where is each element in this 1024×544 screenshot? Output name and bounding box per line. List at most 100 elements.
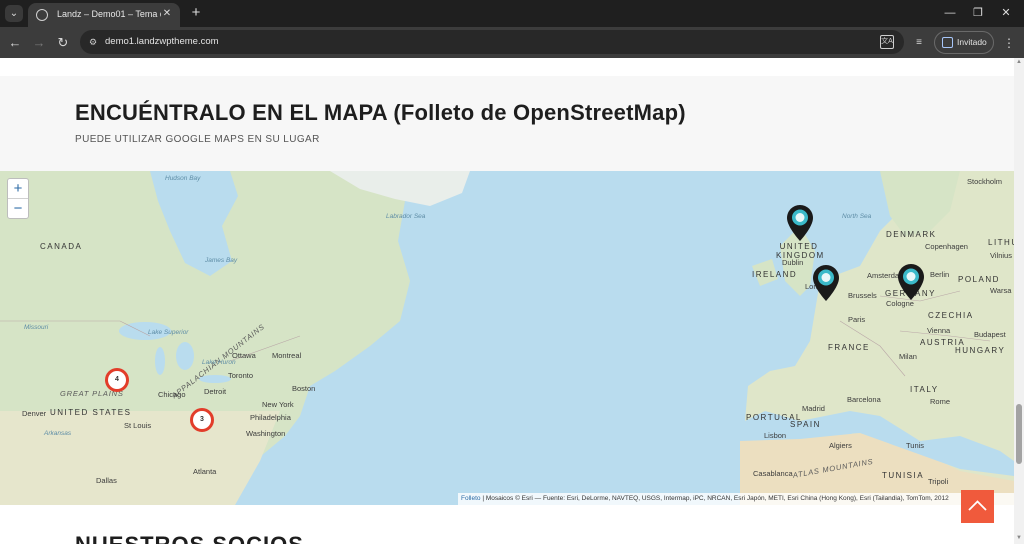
label-poland: POLAND bbox=[958, 275, 1000, 284]
profile-button[interactable]: Invitado bbox=[934, 31, 994, 54]
label-paris: Paris bbox=[848, 315, 866, 324]
browser-tab[interactable]: Landz – Demo01 – Tema de W… ✕ bbox=[28, 3, 180, 27]
label-hudson-bay: Hudson Bay bbox=[165, 175, 201, 182]
profile-icon bbox=[942, 37, 953, 48]
attribution-text: | Mosaicos © Esri — Fuente: Esri, DeLorm… bbox=[480, 495, 949, 502]
label-berlin: Berlin bbox=[930, 270, 950, 279]
tab-title: Landz – Demo01 – Tema de W… bbox=[57, 9, 161, 19]
marker-cluster[interactable]: 4 bbox=[105, 368, 129, 392]
page-subtitle: PUEDE UTILIZAR GOOGLE MAPS EN SU LUGAR bbox=[75, 134, 320, 145]
label-new-york: New York bbox=[262, 400, 294, 409]
tab-close-icon[interactable]: ✕ bbox=[160, 7, 174, 21]
page-scrollbar[interactable]: ▲ ▼ bbox=[1014, 58, 1024, 544]
map-marker-paris[interactable] bbox=[812, 264, 840, 302]
label-arkansas: Arkansas bbox=[44, 430, 72, 437]
reading-list-icon[interactable]: ≡ bbox=[912, 36, 926, 49]
label-france: FRANCE bbox=[828, 343, 870, 352]
label-united-states: UNITED STATES bbox=[50, 408, 132, 417]
label-barcelona: Barcelona bbox=[847, 395, 881, 404]
label-brussels: Brussels bbox=[848, 291, 877, 300]
label-portugal: PORTUGAL bbox=[746, 413, 802, 422]
close-icon[interactable]: ✕ bbox=[996, 4, 1016, 22]
label-detroit: Detroit bbox=[204, 387, 227, 396]
map-pin-icon bbox=[787, 205, 813, 241]
label-dallas: Dallas bbox=[96, 476, 117, 485]
site-info-icon[interactable]: ⚙ bbox=[86, 35, 100, 49]
tab-search-icon[interactable]: ⌄ bbox=[5, 5, 23, 22]
label-atlanta: Atlanta bbox=[193, 467, 217, 476]
label-montreal: Montreal bbox=[272, 351, 302, 360]
map-marker-cologne[interactable] bbox=[897, 263, 925, 301]
map-pin-icon bbox=[898, 264, 924, 300]
label-milan: Milan bbox=[899, 352, 917, 361]
scroll-to-top-button[interactable] bbox=[961, 490, 994, 523]
profile-label: Invitado bbox=[957, 37, 987, 47]
translate-icon[interactable]: 文A bbox=[880, 35, 894, 49]
label-budapest: Budapest bbox=[974, 330, 1006, 339]
label-casablanca: Casablanca bbox=[753, 469, 793, 478]
label-lithuania: LITHU bbox=[988, 238, 1014, 247]
label-lake-huron: Lake Huron bbox=[202, 359, 236, 366]
map-attribution: Folleto | Mosaicos © Esri — Fuente: Esri… bbox=[458, 493, 1014, 505]
label-washington: Washington bbox=[246, 429, 286, 438]
label-chicago: Chicago bbox=[158, 390, 186, 399]
label-missouri: Missouri bbox=[24, 324, 49, 331]
url-text[interactable]: demo1.landzwptheme.com bbox=[105, 36, 219, 47]
label-lake-superior: Lake Superior bbox=[148, 329, 189, 336]
map-basemap bbox=[0, 171, 1014, 505]
label-vilnius: Vilnius bbox=[990, 251, 1012, 260]
label-labrador-sea: Labrador Sea bbox=[386, 213, 426, 220]
page-viewport: ENCUÉNTRALO EN EL MAPA (Folleto de OpenS… bbox=[0, 58, 1014, 544]
label-canada: CANADA bbox=[40, 242, 83, 251]
label-st-louis: St Louis bbox=[124, 421, 152, 430]
forward-icon[interactable]: → bbox=[29, 33, 49, 53]
label-boston: Boston bbox=[292, 384, 316, 393]
globe-icon bbox=[36, 9, 48, 21]
page-title: ENCUÉNTRALO EN EL MAPA (Folleto de OpenS… bbox=[75, 100, 686, 125]
reload-icon[interactable]: ↻ bbox=[53, 33, 73, 53]
label-vienna: Vienna bbox=[927, 326, 951, 335]
leaflet-map[interactable]: CANADA UNITED STATES GREAT PLAINS APPALA… bbox=[0, 171, 1014, 505]
address-bar[interactable]: ⚙ demo1.landzwptheme.com 文A bbox=[80, 30, 904, 54]
map-marker-london[interactable] bbox=[786, 204, 814, 242]
zoom-control: + − bbox=[7, 178, 29, 219]
label-madrid: Madrid bbox=[802, 404, 825, 413]
minimize-icon[interactable]: — bbox=[940, 4, 960, 22]
marker-cluster[interactable]: 3 bbox=[190, 408, 214, 432]
label-stockholm: Stockholm bbox=[967, 177, 1003, 186]
label-denver: Denver bbox=[22, 409, 47, 418]
label-north-sea: North Sea bbox=[842, 213, 872, 220]
maximize-icon[interactable]: ❐ bbox=[968, 4, 988, 22]
zoom-out-button[interactable]: − bbox=[8, 199, 28, 219]
menu-icon[interactable]: ⋮ bbox=[1003, 34, 1015, 52]
label-denmark: DENMARK bbox=[886, 230, 937, 239]
new-tab-button[interactable]: + bbox=[188, 4, 204, 22]
map-section-header: ENCUÉNTRALO EN EL MAPA (Folleto de OpenS… bbox=[0, 76, 1014, 171]
label-copenhagen: Copenhagen bbox=[925, 242, 968, 251]
label-philadelphia: Philadelphia bbox=[250, 413, 291, 422]
label-ireland: IRELAND bbox=[752, 270, 798, 279]
label-italy: ITALY bbox=[910, 385, 939, 394]
scrollbar-thumb[interactable] bbox=[1016, 404, 1022, 464]
label-warsaw: Warsa bbox=[990, 286, 1012, 295]
label-algiers: Algiers bbox=[829, 441, 852, 450]
label-james-bay: James Bay bbox=[205, 257, 238, 264]
next-section-title: NUESTROS SOCIOS bbox=[75, 532, 304, 544]
browser-tab-bar: ⌄ Landz – Demo01 – Tema de W… ✕ + — ❐ ✕ bbox=[0, 0, 1024, 27]
browser-toolbar: ← → ↻ ⚙ demo1.landzwptheme.com 文A ≡ Invi… bbox=[0, 27, 1024, 58]
label-ottawa: Ottawa bbox=[232, 351, 256, 360]
label-dublin: Dublin bbox=[782, 258, 804, 267]
back-icon[interactable]: ← bbox=[5, 33, 25, 53]
label-tunisia: TUNISIA bbox=[882, 471, 925, 480]
label-tunis: Tunis bbox=[906, 441, 925, 450]
attribution-link[interactable]: Folleto bbox=[461, 495, 481, 502]
label-toronto: Toronto bbox=[228, 371, 254, 380]
scroll-down-arrow-icon[interactable]: ▼ bbox=[1015, 535, 1023, 543]
label-tripoli: Tripoli bbox=[928, 477, 949, 486]
scroll-up-arrow-icon[interactable]: ▲ bbox=[1015, 59, 1023, 67]
zoom-in-button[interactable]: + bbox=[8, 179, 28, 199]
label-rome: Rome bbox=[930, 397, 951, 406]
label-hungary: HUNGARY bbox=[955, 346, 1006, 355]
map-pin-icon bbox=[813, 265, 839, 301]
label-lisbon: Lisbon bbox=[764, 431, 787, 440]
